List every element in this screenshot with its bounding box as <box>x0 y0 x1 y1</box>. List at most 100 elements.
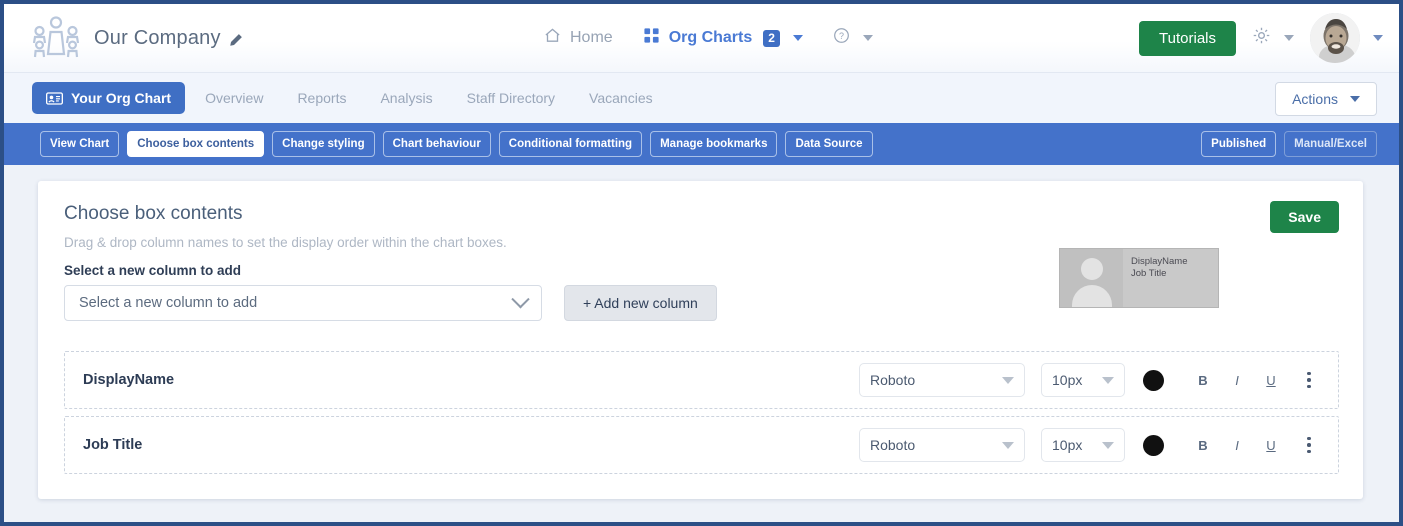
nav-item-home-label: Home <box>570 29 613 47</box>
font-family-select[interactable]: Roboto <box>859 428 1025 462</box>
preview-text: DisplayName Job Title <box>1123 249 1188 307</box>
bold-button[interactable]: B <box>1186 373 1220 388</box>
company-name: Our Company <box>94 27 243 50</box>
select-column-label: Select a new column to add <box>64 263 241 278</box>
chevron-down-icon <box>1002 377 1014 384</box>
tab-your-org-chart-label: Your Org Chart <box>71 90 171 106</box>
preview-line-display-name: DisplayName <box>1131 256 1188 268</box>
italic-button[interactable]: I <box>1220 373 1254 388</box>
row-label-display-name: DisplayName <box>83 372 174 388</box>
text-color-swatch[interactable] <box>1143 370 1164 391</box>
org-charts-badge: 2 <box>763 30 780 47</box>
chevron-down-icon[interactable] <box>793 35 803 41</box>
sub-toolbar-buttons: View Chart Choose box contents Change st… <box>40 131 873 157</box>
row-controls: Roboto 10px B I U <box>859 428 1322 462</box>
chevron-down-icon <box>1350 96 1360 102</box>
settings-menu[interactable] <box>1252 26 1294 50</box>
toolbar-button-published[interactable]: Published <box>1201 131 1276 157</box>
question-circle-icon: ? <box>833 27 850 49</box>
text-color-swatch[interactable] <box>1143 435 1164 456</box>
row-controls: Roboto 10px B I U <box>859 363 1322 397</box>
font-size-select[interactable]: 10px <box>1041 363 1125 397</box>
actions-button-label: Actions <box>1292 91 1338 107</box>
gear-icon <box>1252 26 1271 50</box>
avatar[interactable] <box>1310 13 1360 63</box>
row-menu-icon[interactable] <box>1296 372 1322 389</box>
page-title: Choose box contents <box>64 203 243 225</box>
add-column-row: Select a new column to add + Add new col… <box>64 285 717 321</box>
table-row[interactable]: DisplayName Roboto 10px B I U <box>64 351 1339 409</box>
brand[interactable]: Our Company <box>30 14 243 62</box>
user-menu[interactable] <box>1310 13 1383 63</box>
font-family-value: Roboto <box>870 372 915 388</box>
save-button[interactable]: Save <box>1270 201 1339 233</box>
nav-item-home[interactable]: Home <box>544 27 613 49</box>
nav-item-org-charts-label: Org Charts <box>669 29 753 47</box>
svg-text:?: ? <box>839 31 844 41</box>
chevron-down-icon[interactable] <box>1373 35 1383 41</box>
sub-toolbar-right: Published Manual/Excel <box>1201 131 1377 157</box>
row-menu-icon[interactable] <box>1296 437 1322 454</box>
font-family-select[interactable]: Roboto <box>859 363 1025 397</box>
actions-wrapper: Actions <box>1275 82 1377 116</box>
toolbar-button-change-styling[interactable]: Change styling <box>272 131 374 157</box>
top-header: Our Company Home <box>4 4 1399 72</box>
table-row[interactable]: Job Title Roboto 10px B I U <box>64 416 1339 474</box>
add-new-column-button[interactable]: + Add new column <box>564 285 717 321</box>
org-people-icon <box>30 14 82 62</box>
chevron-down-icon <box>1102 377 1114 384</box>
toolbar-button-chart-behaviour[interactable]: Chart behaviour <box>383 131 491 157</box>
chevron-down-icon <box>1002 442 1014 449</box>
grid-icon <box>643 27 660 49</box>
font-size-select[interactable]: 10px <box>1041 428 1125 462</box>
header-right-group: Tutorials <box>1139 4 1383 72</box>
toolbar-button-view-chart[interactable]: View Chart <box>40 131 119 157</box>
nav-item-org-charts[interactable]: Org Charts 2 <box>643 27 803 49</box>
company-name-text: Our Company <box>94 27 221 50</box>
main-content: Choose box contents Drag & drop column n… <box>4 165 1399 522</box>
tab-your-org-chart[interactable]: Your Org Chart <box>32 82 185 114</box>
chevron-down-icon <box>1102 442 1114 449</box>
primary-nav: Home Org Charts 2 <box>544 4 873 72</box>
underline-button[interactable]: U <box>1254 438 1288 453</box>
preview-avatar-head <box>1081 258 1103 280</box>
tutorials-button[interactable]: Tutorials <box>1139 21 1236 56</box>
italic-button[interactable]: I <box>1220 438 1254 453</box>
app-window: Our Company Home <box>4 4 1399 522</box>
font-size-value: 10px <box>1052 372 1082 388</box>
sub-toolbar: View Chart Choose box contents Change st… <box>4 123 1399 165</box>
toolbar-button-manual-excel[interactable]: Manual/Excel <box>1284 131 1377 157</box>
actions-button[interactable]: Actions <box>1275 82 1377 116</box>
tab-vacancies[interactable]: Vacancies <box>575 82 667 114</box>
id-card-icon <box>46 92 63 105</box>
new-column-select-value: Select a new column to add <box>79 295 257 311</box>
chevron-down-icon[interactable] <box>863 35 873 41</box>
tab-list: Your Org Chart Overview Reports Analysis… <box>32 82 667 114</box>
underline-button[interactable]: U <box>1254 373 1288 388</box>
home-icon <box>544 27 561 49</box>
preview-line-job-title: Job Title <box>1131 268 1188 280</box>
bold-button[interactable]: B <box>1186 438 1220 453</box>
preview-avatar-placeholder <box>1060 249 1123 307</box>
tab-analysis[interactable]: Analysis <box>366 82 446 114</box>
toolbar-button-conditional-formatting[interactable]: Conditional formatting <box>499 131 642 157</box>
chevron-down-icon[interactable] <box>1284 35 1294 41</box>
font-size-value: 10px <box>1052 437 1082 453</box>
toolbar-button-manage-bookmarks[interactable]: Manage bookmarks <box>650 131 777 157</box>
page-subtitle: Drag & drop column names to set the disp… <box>64 235 507 250</box>
tab-staff-directory[interactable]: Staff Directory <box>453 82 569 114</box>
new-column-select[interactable]: Select a new column to add <box>64 285 542 321</box>
tab-overview[interactable]: Overview <box>191 82 277 114</box>
row-label-job-title: Job Title <box>83 437 142 453</box>
tab-strip: Your Org Chart Overview Reports Analysis… <box>4 72 1399 123</box>
tab-reports[interactable]: Reports <box>283 82 360 114</box>
box-preview: DisplayName Job Title <box>1059 248 1219 308</box>
toolbar-button-data-source[interactable]: Data Source <box>785 131 872 157</box>
choose-box-contents-panel: Choose box contents Drag & drop column n… <box>38 181 1363 499</box>
pencil-icon[interactable] <box>228 31 243 46</box>
toolbar-button-choose-box-contents[interactable]: Choose box contents <box>127 131 264 157</box>
preview-avatar-body <box>1072 285 1112 307</box>
help-menu[interactable]: ? <box>833 27 873 49</box>
font-family-value: Roboto <box>870 437 915 453</box>
chevron-down-icon <box>511 290 529 308</box>
